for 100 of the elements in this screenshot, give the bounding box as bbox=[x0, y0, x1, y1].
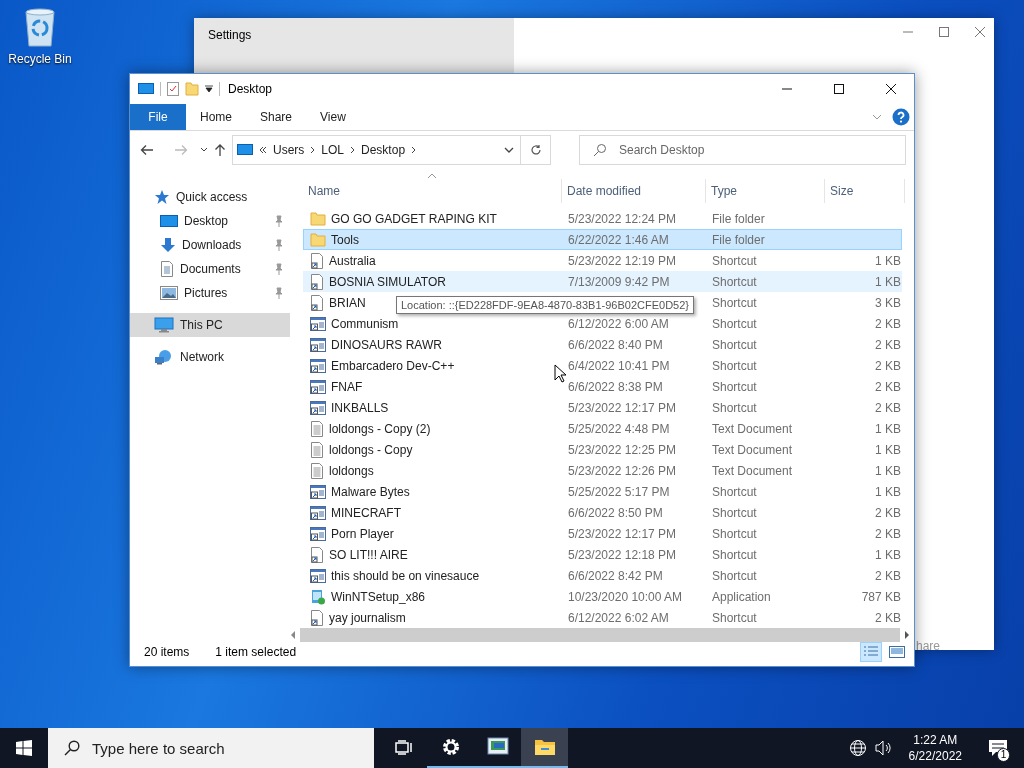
large-icons-view-icon bbox=[889, 646, 905, 658]
recent-locations-button[interactable] bbox=[200, 147, 208, 153]
file-row[interactable]: loldongs - Copy 5/23/2022 12:25 PM Text Document 1 KB bbox=[303, 439, 902, 460]
file-row[interactable]: loldongs - Copy (2) 5/25/2022 4:48 PM Text Document 1 KB bbox=[303, 418, 902, 439]
file-name: WinNTSetup_x86 bbox=[331, 589, 426, 604]
taskbar-app-button[interactable] bbox=[521, 728, 568, 768]
notification-badge: 1 bbox=[997, 748, 1010, 762]
file-menu-tab[interactable]: File bbox=[130, 104, 186, 130]
date-modified: 6/6/2022 8:42 PM bbox=[568, 568, 663, 583]
file-row[interactable]: Tools 6/22/2022 1:46 AM File folder bbox=[303, 229, 902, 250]
column-header[interactable]: Type bbox=[706, 179, 825, 203]
gear-icon bbox=[440, 737, 461, 757]
file-name: GO GO GADGET RAPING KIT bbox=[331, 211, 497, 226]
file-row[interactable]: Malware Bytes 5/25/2022 5:17 PM Shortcut 1 KB bbox=[303, 481, 902, 502]
file-type: Text Document bbox=[712, 463, 793, 478]
file-name: Australia bbox=[329, 253, 376, 268]
file-row[interactable]: Communism 6/12/2022 6:00 AM Shortcut 2 KB bbox=[303, 313, 902, 334]
file-row[interactable]: GO GO GADGET RAPING KIT 5/23/2022 12:24 PM File folder bbox=[303, 208, 902, 229]
file-row[interactable]: Embarcadero Dev-C++ 6/4/2022 10:41 PM Shortcut 2 KB bbox=[303, 355, 902, 376]
file-name: MINECRAFT bbox=[331, 505, 401, 520]
sidebar-item[interactable]: Documents bbox=[130, 257, 290, 281]
app-shortcut-icon bbox=[310, 525, 326, 542]
shortcut-icon bbox=[310, 609, 324, 626]
breadcrumb-item[interactable]: LOL bbox=[321, 143, 345, 157]
file-row[interactable]: FNAF 6/6/2022 8:38 PM Shortcut 2 KB bbox=[303, 376, 902, 397]
back-button[interactable] bbox=[140, 144, 154, 156]
properties-icon[interactable] bbox=[167, 82, 179, 96]
file-row[interactable]: MINECRAFT 6/6/2022 8:50 PM Shortcut 2 KB bbox=[303, 502, 902, 523]
desktop-icon-label[interactable]: Recycle Bin bbox=[8, 52, 72, 66]
sidebar-item[interactable]: Pictures bbox=[130, 281, 290, 305]
file-row[interactable]: BOSNIA SIMULATOR 7/13/2009 9:42 PM Shortcut 1 KB bbox=[303, 271, 902, 292]
file-size: 2 KB bbox=[875, 400, 901, 415]
column-header[interactable]: Size bbox=[825, 179, 905, 203]
file-type: Shortcut bbox=[712, 358, 757, 373]
item-count: 20 items bbox=[144, 645, 190, 659]
file-size: 1 KB bbox=[875, 484, 901, 499]
expand-ribbon-icon[interactable] bbox=[872, 114, 882, 120]
file-type: Shortcut bbox=[712, 484, 757, 499]
app-shortcut-icon bbox=[310, 504, 326, 521]
breadcrumb-item[interactable]: Users bbox=[273, 143, 305, 157]
chevron-icon bbox=[411, 146, 417, 154]
forward-arrow-icon bbox=[174, 144, 188, 156]
clock[interactable]: 1:22 AM 6/22/2022 bbox=[900, 732, 970, 764]
windows-logo-icon bbox=[16, 740, 32, 756]
file-type: Shortcut bbox=[712, 505, 757, 520]
close-icon[interactable] bbox=[974, 26, 986, 38]
date-modified: 6/6/2022 8:50 PM bbox=[568, 505, 663, 520]
file-size: 2 KB bbox=[875, 610, 901, 625]
shortcut-icon bbox=[310, 294, 324, 311]
date-modified: 5/23/2022 12:26 PM bbox=[568, 463, 677, 478]
ribbon-tab[interactable]: Share bbox=[246, 104, 307, 130]
file-row[interactable]: DINOSAURS RAWR 6/6/2022 8:40 PM Shortcut 2 KB bbox=[303, 334, 902, 355]
breadcrumb-item[interactable]: Desktop bbox=[361, 143, 406, 157]
date-modified: 6/6/2022 8:38 PM bbox=[568, 379, 663, 394]
date-modified: 5/23/2022 12:19 PM bbox=[568, 253, 677, 268]
taskbar-search-field[interactable]: Type here to search bbox=[48, 728, 374, 768]
file-row[interactable]: INKBALLS 5/23/2022 12:17 PM Shortcut 2 KB bbox=[303, 397, 902, 418]
app-shortcut-icon bbox=[310, 483, 326, 500]
file-row[interactable]: this should be on vinesauce 6/6/2022 8:42 PM Shortcut 2 KB bbox=[303, 565, 902, 586]
file-row[interactable]: loldongs 5/23/2022 12:26 PM Text Document 1 KB bbox=[303, 460, 902, 481]
ribbon-tab[interactable]: View bbox=[306, 104, 360, 130]
sidebar-item[interactable]: Desktop bbox=[130, 209, 290, 233]
address-bar[interactable]: Users LOL Desktop bbox=[232, 135, 521, 165]
maximize-icon[interactable] bbox=[938, 26, 950, 38]
sort-ascending-icon bbox=[427, 173, 437, 179]
horizontal-scrollbar[interactable] bbox=[290, 628, 910, 642]
column-header[interactable]: Date modified bbox=[562, 179, 706, 203]
sidebar-item[interactable]: This PC bbox=[130, 313, 290, 337]
refresh-button[interactable] bbox=[521, 135, 551, 165]
computer-icon[interactable] bbox=[138, 83, 154, 95]
speaker-icon[interactable] bbox=[874, 740, 893, 756]
file-row[interactable]: SO LIT!!! AIRE 5/23/2022 12:18 PM Shortcut 1 KB bbox=[303, 544, 902, 565]
file-name: BRIAN bbox=[329, 295, 366, 310]
search-icon bbox=[593, 143, 607, 157]
up-button[interactable] bbox=[214, 143, 226, 157]
desktop-icon bbox=[160, 214, 178, 228]
mouse-pointer-icon bbox=[554, 364, 566, 383]
dropdown-icon[interactable] bbox=[205, 85, 213, 93]
search-field[interactable]: Search Desktop bbox=[579, 135, 906, 165]
file-type: Shortcut bbox=[712, 253, 757, 268]
file-row[interactable]: Australia 5/23/2022 12:19 PM Shortcut 1 KB bbox=[303, 250, 902, 271]
sidebar-item[interactable]: Downloads bbox=[130, 233, 290, 257]
file-name: INKBALLS bbox=[331, 400, 389, 415]
shortcut-icon bbox=[310, 546, 324, 563]
sidebar-item[interactable]: Network bbox=[130, 345, 290, 369]
globe-icon[interactable] bbox=[848, 739, 867, 757]
help-icon[interactable] bbox=[892, 108, 910, 126]
file-row[interactable]: yay journalism 6/12/2022 6:02 AM Shortcut 2 KB bbox=[303, 607, 902, 628]
file-row[interactable]: Porn Player 5/23/2022 12:17 PM Shortcut 2 KB bbox=[303, 523, 902, 544]
text-file-icon bbox=[310, 441, 324, 458]
file-row[interactable]: WinNTSetup_x86 10/23/2020 10:00 AM Application 787 KB bbox=[303, 586, 902, 607]
file-size: 1 KB bbox=[875, 547, 901, 562]
file-name: Tools bbox=[331, 232, 359, 247]
column-header[interactable]: Name bbox=[303, 179, 562, 203]
sidebar-item[interactable]: Quick access bbox=[130, 185, 290, 209]
file-name: Porn Player bbox=[331, 526, 394, 541]
file-type: Shortcut bbox=[712, 568, 757, 583]
recycle-bin-icon bbox=[22, 6, 58, 48]
file-type: Text Document bbox=[712, 421, 793, 436]
ribbon-tab[interactable]: Home bbox=[186, 104, 246, 130]
